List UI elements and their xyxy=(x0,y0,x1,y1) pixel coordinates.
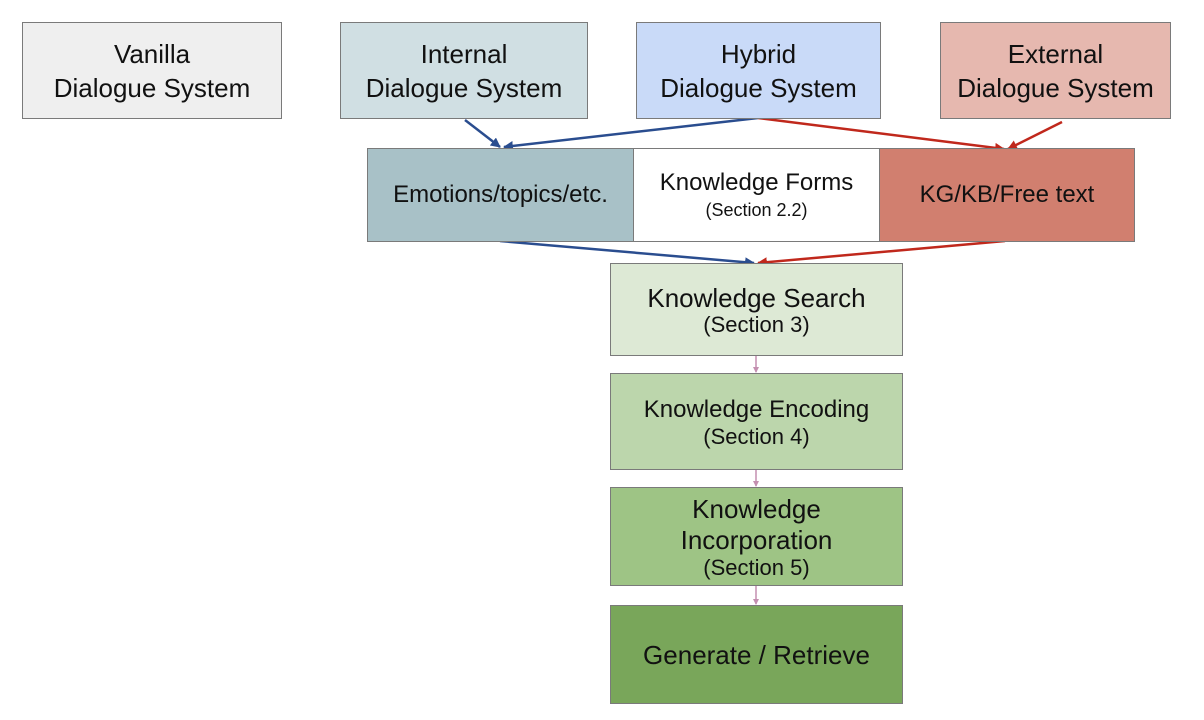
section: (Section 2.2) xyxy=(705,200,808,220)
label: Knowledge Incorporation xyxy=(680,493,833,555)
generate-retrieve: Generate / Retrieve xyxy=(610,605,903,704)
external-knowledge-form: KG/KB/Free text xyxy=(879,148,1135,242)
internal-knowledge-form: Emotions/topics/etc. xyxy=(367,148,634,242)
label: Generate / Retrieve xyxy=(643,639,870,670)
label-line1: External xyxy=(1007,38,1104,69)
vanilla-dialogue-system: Vanilla Dialogue System xyxy=(22,22,282,119)
external-dialogue-system: External Dialogue System xyxy=(940,22,1171,119)
knowledge-encoding: Knowledge Encoding (Section 4) xyxy=(610,373,903,470)
label: Knowledge Forms xyxy=(659,169,854,196)
knowledge-forms-center: Knowledge Forms (Section 2.2) xyxy=(633,148,880,242)
section: (Section 3) xyxy=(703,311,810,337)
label-line2: Dialogue System xyxy=(53,72,251,103)
label-line1: Internal xyxy=(420,38,508,69)
label-line2: Dialogue System xyxy=(365,72,563,103)
label-line2: Dialogue System xyxy=(660,72,857,103)
arrow-hybrid-to-kg xyxy=(757,116,1005,153)
section: (Section 4) xyxy=(703,423,810,449)
hybrid-dialogue-system: Hybrid Dialogue System xyxy=(636,22,881,119)
section: (Section 5) xyxy=(703,554,810,580)
arrow-internal-to-emotions xyxy=(464,119,501,148)
arrow-external-to-kg xyxy=(1007,120,1063,151)
arrow-emotions-to-search xyxy=(499,239,755,268)
label: Emotions/topics/etc. xyxy=(393,181,608,208)
label-line1: Hybrid xyxy=(720,38,797,69)
internal-dialogue-system: Internal Dialogue System xyxy=(340,22,588,119)
label: KG/KB/Free text xyxy=(919,181,1095,208)
label-line2: Dialogue System xyxy=(957,72,1154,103)
label: Knowledge Search xyxy=(647,282,866,313)
knowledge-incorporation: Knowledge Incorporation (Section 5) xyxy=(610,487,903,586)
label-line1: Vanilla xyxy=(113,38,191,69)
label: Knowledge Encoding xyxy=(643,395,870,423)
arrow-kg-to-search xyxy=(757,239,1006,268)
knowledge-search: Knowledge Search (Section 3) xyxy=(610,263,903,356)
arrow-hybrid-to-emotions xyxy=(503,116,759,151)
